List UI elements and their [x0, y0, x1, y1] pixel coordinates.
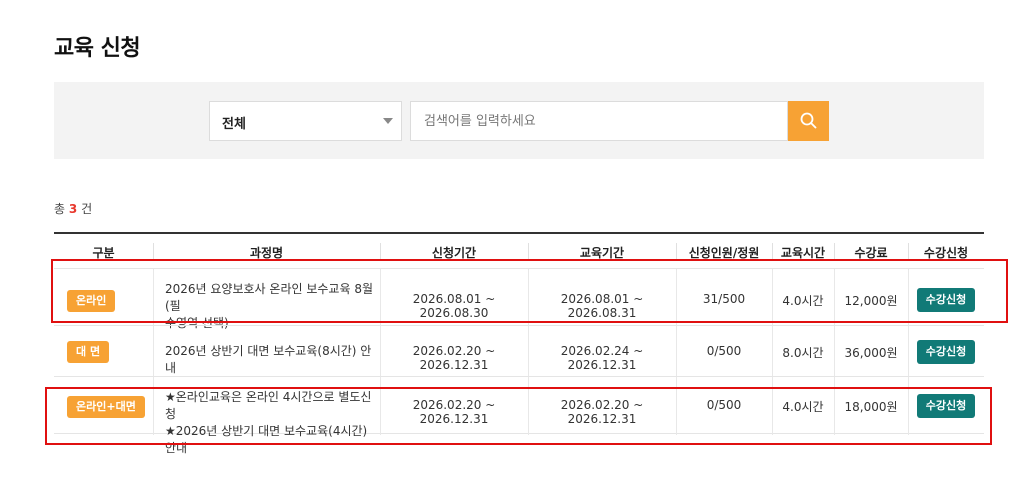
course-title-line: 2026년 상반기 대면 보수교육(8시간) 안내: [165, 344, 372, 375]
highlight-box: [45, 387, 992, 445]
enrollment: 0/500: [706, 344, 742, 358]
result-count-prefix: 총: [54, 202, 66, 216]
column-divider: [908, 326, 909, 377]
course-title[interactable]: 2026년 상반기 대면 보수교육(8시간) 안내: [165, 343, 375, 377]
search-input[interactable]: [410, 101, 788, 141]
result-count-number: 3: [68, 202, 78, 216]
apply-period: 2026.02.20 ~ 2026.12.31: [412, 344, 496, 372]
apply-button[interactable]: 수강신청: [917, 340, 975, 364]
result-count: 총 3 건: [54, 200, 92, 217]
search-icon: [800, 112, 817, 129]
column-divider: [153, 326, 154, 377]
page-title: 교육 신청: [54, 36, 141, 61]
result-count-suffix: 건: [81, 202, 93, 216]
edu-period: 2026.02.24 ~ 2026.12.31: [560, 344, 644, 372]
chevron-down-icon: [383, 118, 393, 124]
highlight-box: [51, 259, 1008, 323]
course-fee: 36,000원: [844, 346, 898, 360]
search-button[interactable]: [788, 101, 829, 141]
category-select-value: 전체: [222, 117, 246, 132]
edu-hours: 8.0시간: [782, 346, 824, 360]
category-badge: 대 면: [67, 341, 110, 363]
category-select[interactable]: 전체: [209, 101, 402, 141]
table-row: 대 면 2026년 상반기 대면 보수교육(8시간) 안내 2026.02.20…: [54, 325, 984, 377]
